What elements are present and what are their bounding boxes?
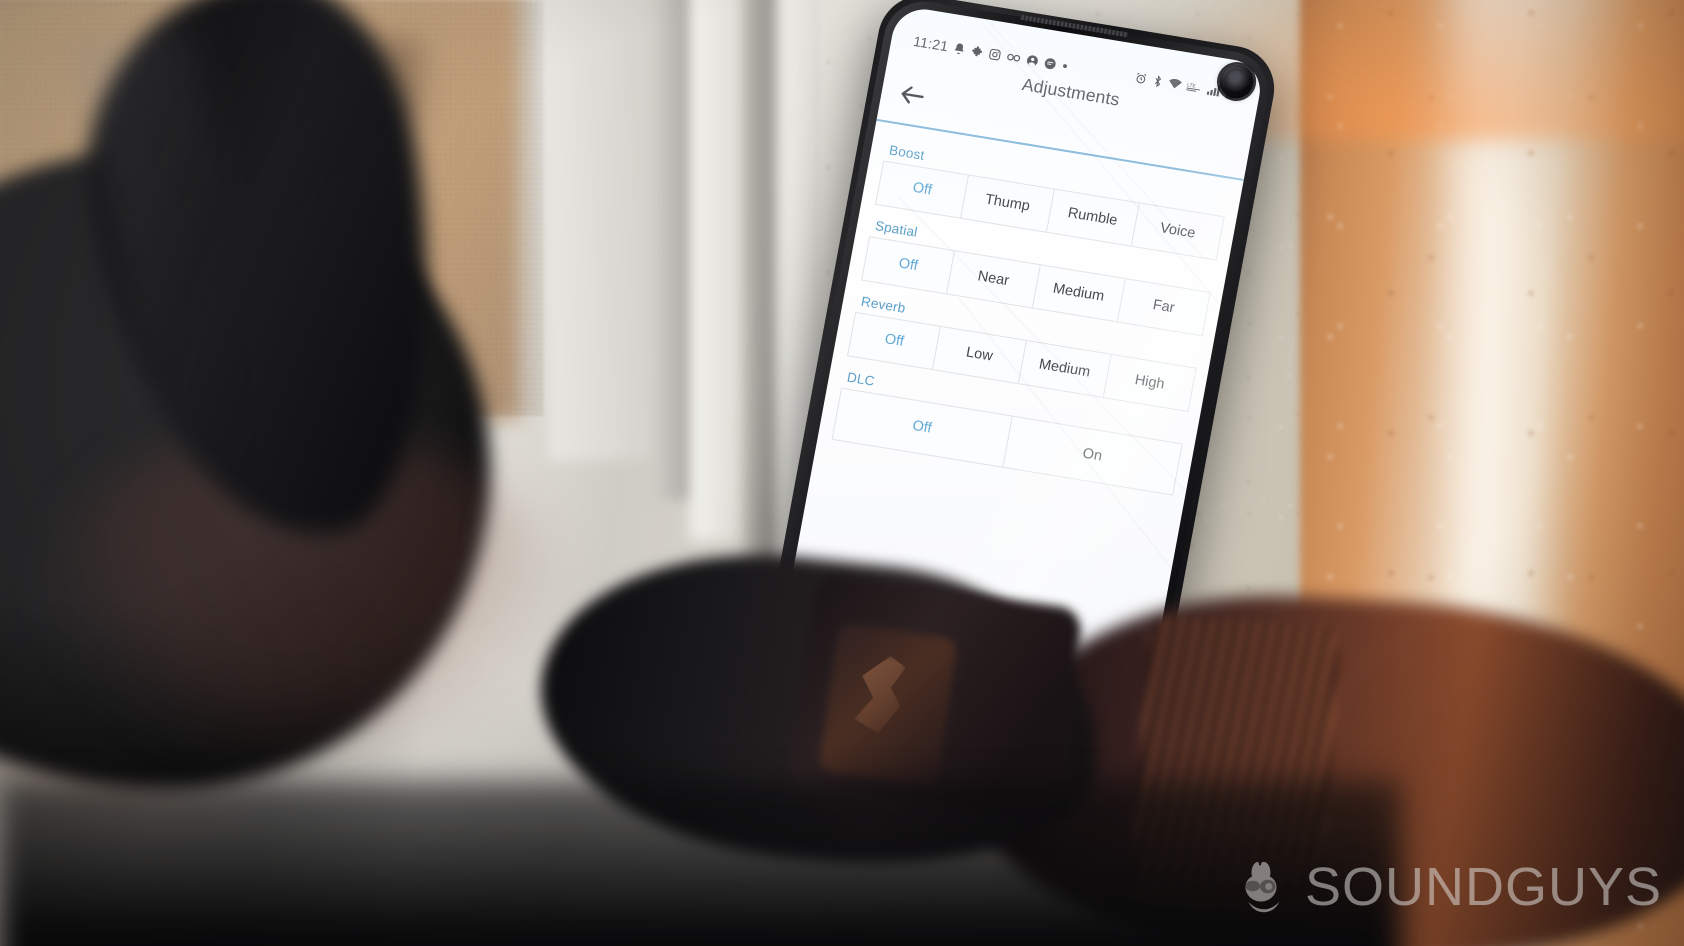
watermark: SOUNDGUYS [1229,856,1662,918]
vignette [0,0,1684,946]
photo-scene: 11:21 [0,0,1684,946]
watermark-text: SOUNDGUYS [1304,857,1662,917]
headphones-mascot-icon [1245,861,1280,913]
